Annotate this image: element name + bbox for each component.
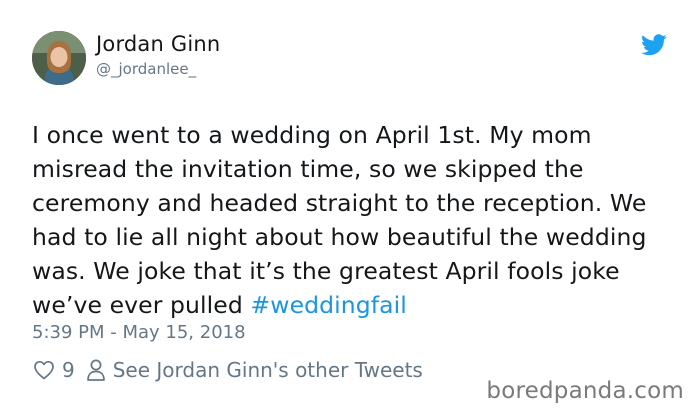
site-watermark: boredpanda.com	[486, 378, 684, 404]
user-handle[interactable]: @_jordanlee_	[96, 60, 196, 78]
tweet-timestamp[interactable]: 5:39 PM - May 15, 2018	[32, 322, 246, 343]
tweet-actions: 9 See Jordan Ginn's other Tweets	[32, 358, 423, 382]
tweet-body: I once went to a wedding on April 1st. M…	[32, 121, 647, 319]
hashtag-link[interactable]: #weddingfail	[250, 291, 406, 319]
see-other-tweets-link[interactable]: See Jordan Ginn's other Tweets	[113, 358, 423, 382]
heart-icon[interactable]	[32, 358, 56, 382]
twitter-bird-icon[interactable]	[641, 34, 667, 56]
avatar[interactable]	[32, 31, 86, 85]
like-count[interactable]: 9	[62, 358, 75, 382]
person-icon[interactable]	[85, 358, 107, 382]
avatar-image	[32, 31, 86, 85]
tweet-card: Jordan Ginn @_jordanlee_ I once went to …	[0, 0, 700, 415]
tweet-text: I once went to a wedding on April 1st. M…	[32, 118, 672, 322]
user-display-name[interactable]: Jordan Ginn	[96, 32, 220, 56]
